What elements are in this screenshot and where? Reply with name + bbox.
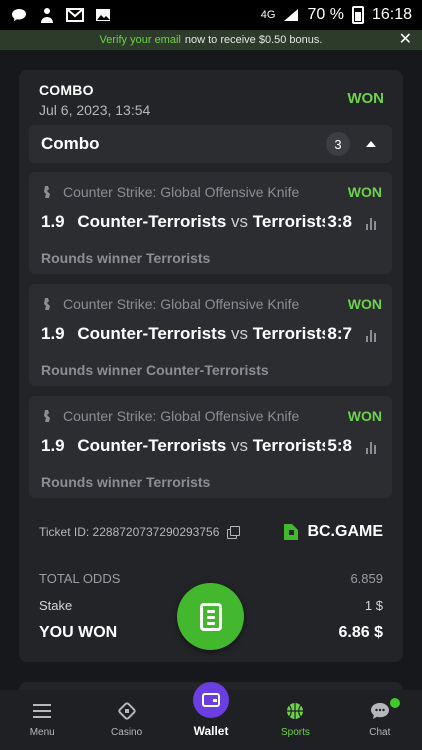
- nav-wallet-label: Wallet: [193, 724, 229, 738]
- brand-name: BC.GAME: [307, 523, 383, 540]
- verify-email-link[interactable]: Verify your email: [100, 34, 181, 46]
- gmail-icon: [66, 7, 84, 23]
- vs-label: vs: [231, 324, 249, 343]
- close-icon[interactable]: ✕: [399, 30, 412, 50]
- chat-icon: [370, 701, 390, 721]
- bet-leg[interactable]: Counter Strike: Global Offensive Knife W…: [29, 396, 392, 498]
- nav-casino-label: Casino: [111, 727, 143, 738]
- verify-banner: Verify your email now to receive $0.50 b…: [0, 30, 422, 50]
- nav-wallet[interactable]: Wallet: [169, 682, 253, 750]
- bet-header: COMBO Jul 6, 2023, 13:54: [39, 82, 150, 118]
- signal-icon: [284, 9, 299, 21]
- nav-chat[interactable]: Chat: [338, 690, 422, 750]
- total-odds-value: 6.859: [350, 571, 383, 586]
- leg-odds: 1.9: [41, 212, 65, 231]
- home-team: Counter-Terrorists: [77, 212, 227, 231]
- away-team: Terrorists: [252, 436, 331, 455]
- stats-icon[interactable]: [366, 328, 380, 342]
- leg-market: Rounds winner Counter-Terrorists: [41, 362, 269, 378]
- stats-icon[interactable]: [366, 216, 380, 230]
- leg-match: 1.9 Counter-Terrorists vs Terrorists: [41, 324, 341, 344]
- stats-icon[interactable]: [366, 440, 380, 454]
- bottom-nav: Menu Casino Wallet Sports Chat: [0, 682, 422, 750]
- battery-percent: 70 %: [307, 6, 344, 23]
- leg-odds: 1.9: [41, 436, 65, 455]
- leg-status: WON: [347, 296, 382, 312]
- nav-menu[interactable]: Menu: [0, 690, 84, 750]
- network-indicator: 4G: [260, 9, 276, 21]
- leg-score: 8:7: [325, 324, 352, 344]
- leg-odds: 1.9: [41, 324, 65, 343]
- leg-match: 1.9 Counter-Terrorists vs Terrorists: [41, 436, 341, 456]
- copy-icon[interactable]: [227, 526, 241, 539]
- total-odds-label: TOTAL ODDS: [39, 571, 121, 586]
- bet-leg[interactable]: Counter Strike: Global Offensive Knife W…: [29, 172, 392, 274]
- counter-strike-icon: [44, 298, 50, 310]
- ticket-id: Ticket ID: 2288720737290293756: [39, 525, 220, 539]
- won-amount: 6.86 $: [338, 624, 383, 641]
- status-bar: 4G 70 % 16:18: [0, 0, 422, 30]
- stake-value: 1 $: [364, 598, 383, 613]
- stake-label: Stake: [39, 598, 73, 613]
- betslip-icon: [199, 602, 222, 631]
- leg-status: WON: [347, 408, 382, 424]
- clock: 16:18: [371, 6, 412, 23]
- leg-count-badge: 3: [326, 132, 350, 156]
- combo-toggle[interactable]: Combo 3: [29, 125, 392, 163]
- nav-sports-label: Sports: [280, 727, 310, 738]
- nav-menu-label: Menu: [29, 727, 55, 738]
- bet-leg[interactable]: Counter Strike: Global Offensive Knife W…: [29, 284, 392, 386]
- away-team: Terrorists: [252, 212, 331, 231]
- banner-message: now to receive $0.50 bonus.: [184, 34, 323, 46]
- leg-score: 3:8: [325, 212, 352, 232]
- casino-icon: [117, 701, 137, 721]
- bet-card: COMBO Jul 6, 2023, 13:54 WON Combo 3 Cou…: [19, 70, 403, 662]
- bet-date: Jul 6, 2023, 13:54: [39, 102, 151, 118]
- you-won-label: YOU WON: [39, 624, 118, 641]
- leg-market: Rounds winner Terrorists: [41, 250, 211, 266]
- leg-score: 5:8: [325, 436, 352, 456]
- league-name: Counter Strike: Global Offensive Knife: [63, 184, 300, 200]
- basketball-icon: [285, 701, 305, 721]
- menu-icon: [32, 701, 52, 721]
- league-name: Counter Strike: Global Offensive Knife: [63, 408, 300, 424]
- chevron-up-icon: [366, 141, 376, 147]
- nav-chat-label: Chat: [369, 727, 391, 738]
- leg-match: 1.9 Counter-Terrorists vs Terrorists: [41, 212, 341, 232]
- user-icon: [38, 7, 56, 23]
- betslip-button[interactable]: [177, 583, 244, 650]
- leg-status: WON: [347, 184, 382, 200]
- vs-label: vs: [231, 212, 249, 231]
- bet-status-badge: WON: [347, 90, 384, 107]
- battery-icon: [351, 6, 364, 24]
- online-indicator-dot: [390, 698, 401, 708]
- nav-casino[interactable]: Casino: [84, 690, 168, 750]
- wallet-icon: [193, 682, 230, 718]
- bc-game-logo-icon: [284, 524, 299, 540]
- nav-sports[interactable]: Sports: [253, 690, 337, 750]
- vs-label: vs: [231, 436, 249, 455]
- away-team: Terrorists: [252, 324, 331, 343]
- home-team: Counter-Terrorists: [77, 436, 227, 455]
- home-team: Counter-Terrorists: [77, 324, 227, 343]
- combo-label: Combo: [41, 134, 100, 153]
- image-icon: [94, 7, 112, 23]
- chat-bubble-icon: [10, 7, 28, 23]
- leg-market: Rounds winner Terrorists: [41, 474, 211, 490]
- brand-logo: BC.GAME: [281, 522, 383, 542]
- league-name: Counter Strike: Global Offensive Knife: [63, 296, 300, 312]
- ticket-id-row: Ticket ID: 2288720737290293756: [39, 525, 241, 539]
- counter-strike-icon: [44, 410, 50, 422]
- counter-strike-icon: [44, 186, 50, 198]
- bet-type: COMBO: [39, 82, 94, 98]
